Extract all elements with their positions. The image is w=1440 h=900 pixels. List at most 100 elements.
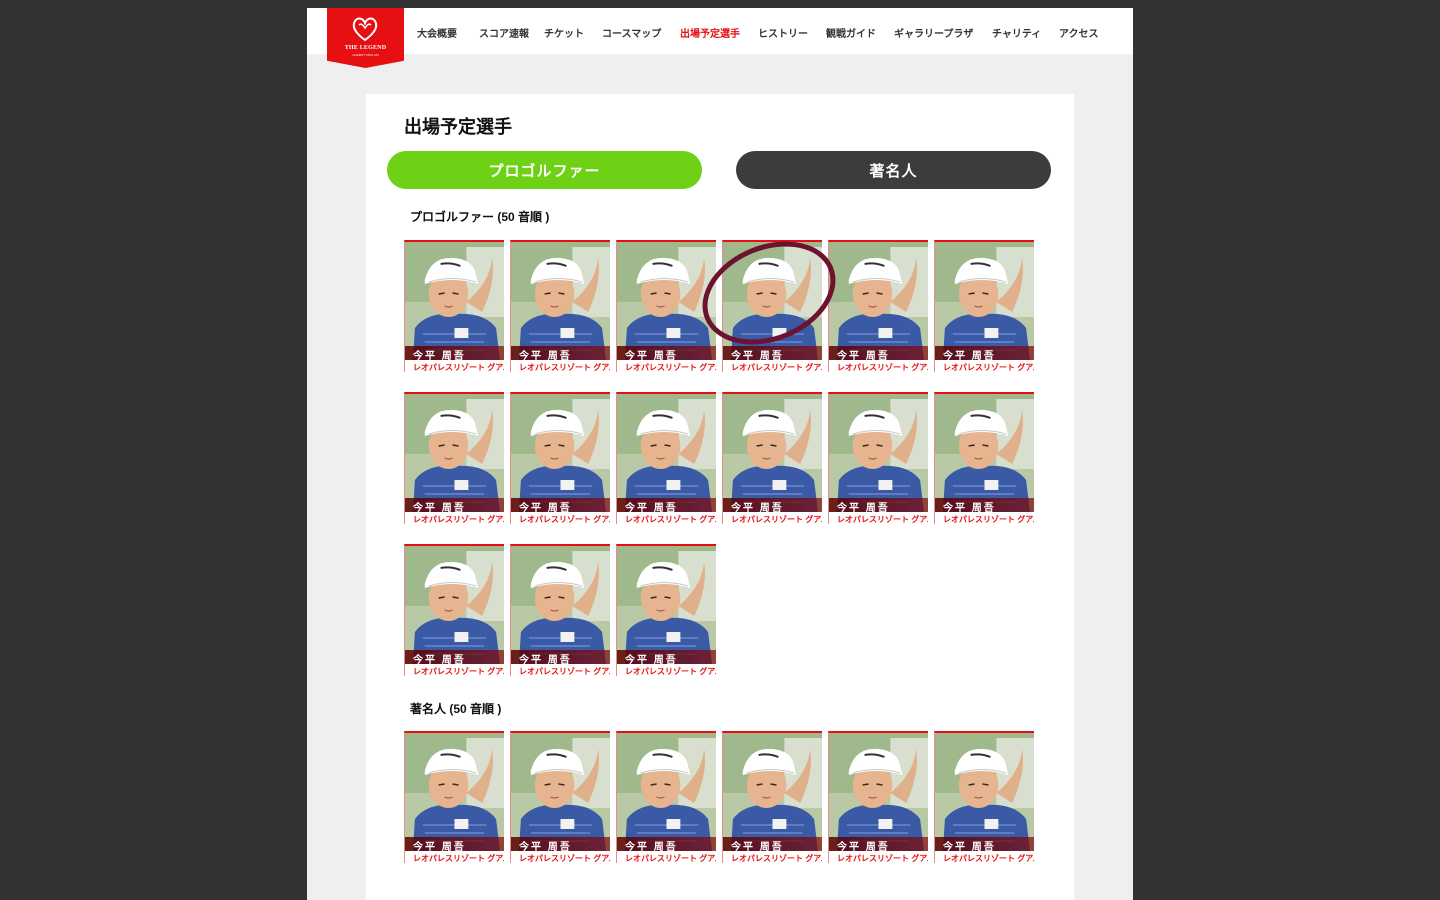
player-affiliation: レオパレスリゾート グアム (625, 667, 716, 676)
player-affiliation: レオパレスリゾート グアム (943, 515, 1034, 524)
player-photo (617, 733, 716, 851)
player-photo (511, 733, 610, 851)
tab-celebrity[interactable]: 著名人 (736, 151, 1051, 189)
player-card[interactable]: 今平 周吾 レオパレスリゾート グアム (722, 392, 822, 524)
player-name: 今平 周吾 (413, 503, 466, 514)
player-affiliation: レオパレスリゾート グアム (519, 515, 610, 524)
player-photo (723, 394, 822, 512)
tab-pro-golfer[interactable]: プロゴルファー (387, 151, 702, 189)
player-card[interactable]: 今平 周吾 レオパレスリゾート グアム (722, 240, 822, 372)
player-affiliation: レオパレスリゾート グアム (413, 515, 504, 524)
player-name: 今平 周吾 (731, 351, 784, 362)
player-card[interactable]: 今平 周吾 レオパレスリゾート グアム (616, 544, 716, 676)
player-affiliation: レオパレスリゾート グアム (943, 854, 1034, 863)
player-card[interactable]: 今平 周吾 レオパレスリゾート グアム (510, 544, 610, 676)
player-card[interactable]: 今平 周吾 レオパレスリゾート グアム (616, 240, 716, 372)
logo-text: THE LEGEND (344, 45, 387, 51)
nav-item[interactable]: アクセス (1059, 25, 1099, 40)
player-affiliation: レオパレスリゾート グアム (413, 667, 504, 676)
celebrity-section-label: 著名人 (50 音順 ) (410, 702, 502, 716)
player-photo (617, 242, 716, 360)
player-card[interactable]: 今平 周吾 レオパレスリゾート グアム (722, 731, 822, 863)
player-affiliation: レオパレスリゾート グアム (519, 363, 610, 372)
player-photo (829, 242, 928, 360)
player-affiliation: レオパレスリゾート グアム (731, 515, 822, 524)
player-card[interactable]: 今平 周吾 レオパレスリゾート グアム (828, 731, 928, 863)
player-name: 今平 周吾 (625, 655, 678, 666)
content-card: 出場予定選手 プロゴルファー 著名人 プロゴルファー (50 音順 ) 今平 周… (366, 94, 1074, 900)
player-card[interactable]: 今平 周吾 レオパレスリゾート グアム (404, 392, 504, 524)
player-photo (511, 242, 610, 360)
player-photo (511, 546, 610, 664)
player-photo (935, 733, 1034, 851)
player-name: 今平 周吾 (519, 351, 572, 362)
player-photo (829, 733, 928, 851)
nav-item[interactable]: コースマップ (602, 25, 661, 40)
player-card[interactable]: 今平 周吾 レオパレスリゾート グアム (404, 544, 504, 676)
player-photo (935, 242, 1034, 360)
nav-item[interactable]: 出場予定選手 (680, 25, 740, 40)
player-affiliation: レオパレスリゾート グアム (413, 363, 504, 372)
player-photo (935, 394, 1034, 512)
player-affiliation: レオパレスリゾート グアム (519, 854, 610, 863)
player-photo (511, 394, 610, 512)
player-card[interactable]: 今平 周吾 レオパレスリゾート グアム (934, 240, 1034, 372)
player-affiliation: レオパレスリゾート グアム (837, 515, 928, 524)
site-header: THE LEGEND CHARITY PRO-AM 大会概要 スコア速報 チケット コ… (307, 8, 1133, 68)
player-name: 今平 周吾 (837, 842, 890, 853)
player-name: 今平 周吾 (519, 842, 572, 853)
player-affiliation: レオパレスリゾート グアム (625, 854, 716, 863)
player-card[interactable]: 今平 周吾 レオパレスリゾート グアム (510, 240, 610, 372)
player-card[interactable]: 今平 周吾 レオパレスリゾート グアム (616, 731, 716, 863)
player-photo (723, 733, 822, 851)
player-affiliation: レオパレスリゾート グアム (625, 515, 716, 524)
player-photo (617, 394, 716, 512)
nav-item[interactable]: ギャラリープラザ (894, 25, 973, 40)
player-name: 今平 周吾 (837, 503, 890, 514)
player-photo (405, 242, 504, 360)
player-card[interactable]: 今平 周吾 レオパレスリゾート グアム (510, 392, 610, 524)
player-card[interactable]: 今平 周吾 レオパレスリゾート グアム (828, 392, 928, 524)
player-name: 今平 周吾 (413, 351, 466, 362)
player-card[interactable]: 今平 周吾 レオパレスリゾート グアム (828, 240, 928, 372)
nav-item[interactable]: スコア速報 (479, 25, 529, 40)
player-name: 今平 周吾 (519, 655, 572, 666)
player-name: 今平 周吾 (943, 351, 996, 362)
player-affiliation: レオパレスリゾート グアム (731, 854, 822, 863)
nav-item[interactable]: チケット (544, 25, 584, 40)
player-card[interactable]: 今平 周吾 レオパレスリゾート グアム (934, 392, 1034, 524)
nav-item[interactable]: 観戦ガイド (826, 25, 876, 40)
player-card[interactable]: 今平 周吾 レオパレスリゾート グアム (510, 731, 610, 863)
player-name: 今平 周吾 (413, 655, 466, 666)
site-logo[interactable]: THE LEGEND CHARITY PRO-AM (327, 8, 404, 68)
player-affiliation: レオパレスリゾート グアム (837, 854, 928, 863)
player-name: 今平 周吾 (837, 351, 890, 362)
player-photo (723, 242, 822, 360)
page-title: 出場予定選手 (404, 117, 512, 137)
player-name: 今平 周吾 (731, 842, 784, 853)
player-name: 今平 周吾 (625, 351, 678, 362)
player-photo (405, 394, 504, 512)
player-name: 今平 周吾 (731, 503, 784, 514)
player-name: 今平 周吾 (943, 503, 996, 514)
logo-subtext: CHARITY PRO-AM (352, 53, 379, 57)
player-photo (829, 394, 928, 512)
player-name: 今平 周吾 (625, 503, 678, 514)
player-affiliation: レオパレスリゾート グアム (943, 363, 1034, 372)
player-card[interactable]: 今平 周吾 レオパレスリゾート グアム (616, 392, 716, 524)
player-card[interactable]: 今平 周吾 レオパレスリゾート グアム (934, 731, 1034, 863)
player-photo (405, 733, 504, 851)
nav-item[interactable]: チャリティ (992, 25, 1041, 40)
nav-item[interactable]: 大会概要 (417, 25, 457, 40)
pro-section-label: プロゴルファー (50 音順 ) (410, 210, 550, 224)
heart-logo-icon (352, 17, 378, 42)
player-card[interactable]: 今平 周吾 レオパレスリゾート グアム (404, 240, 504, 372)
player-card[interactable]: 今平 周吾 レオパレスリゾート グアム (404, 731, 504, 863)
player-affiliation: レオパレスリゾート グアム (837, 363, 928, 372)
player-affiliation: レオパレスリゾート グアム (413, 854, 504, 863)
nav-item[interactable]: ヒストリー (758, 25, 808, 40)
player-affiliation: レオパレスリゾート グアム (731, 363, 822, 372)
player-name: 今平 周吾 (413, 842, 466, 853)
player-photo (617, 546, 716, 664)
player-name: 今平 周吾 (519, 503, 572, 514)
